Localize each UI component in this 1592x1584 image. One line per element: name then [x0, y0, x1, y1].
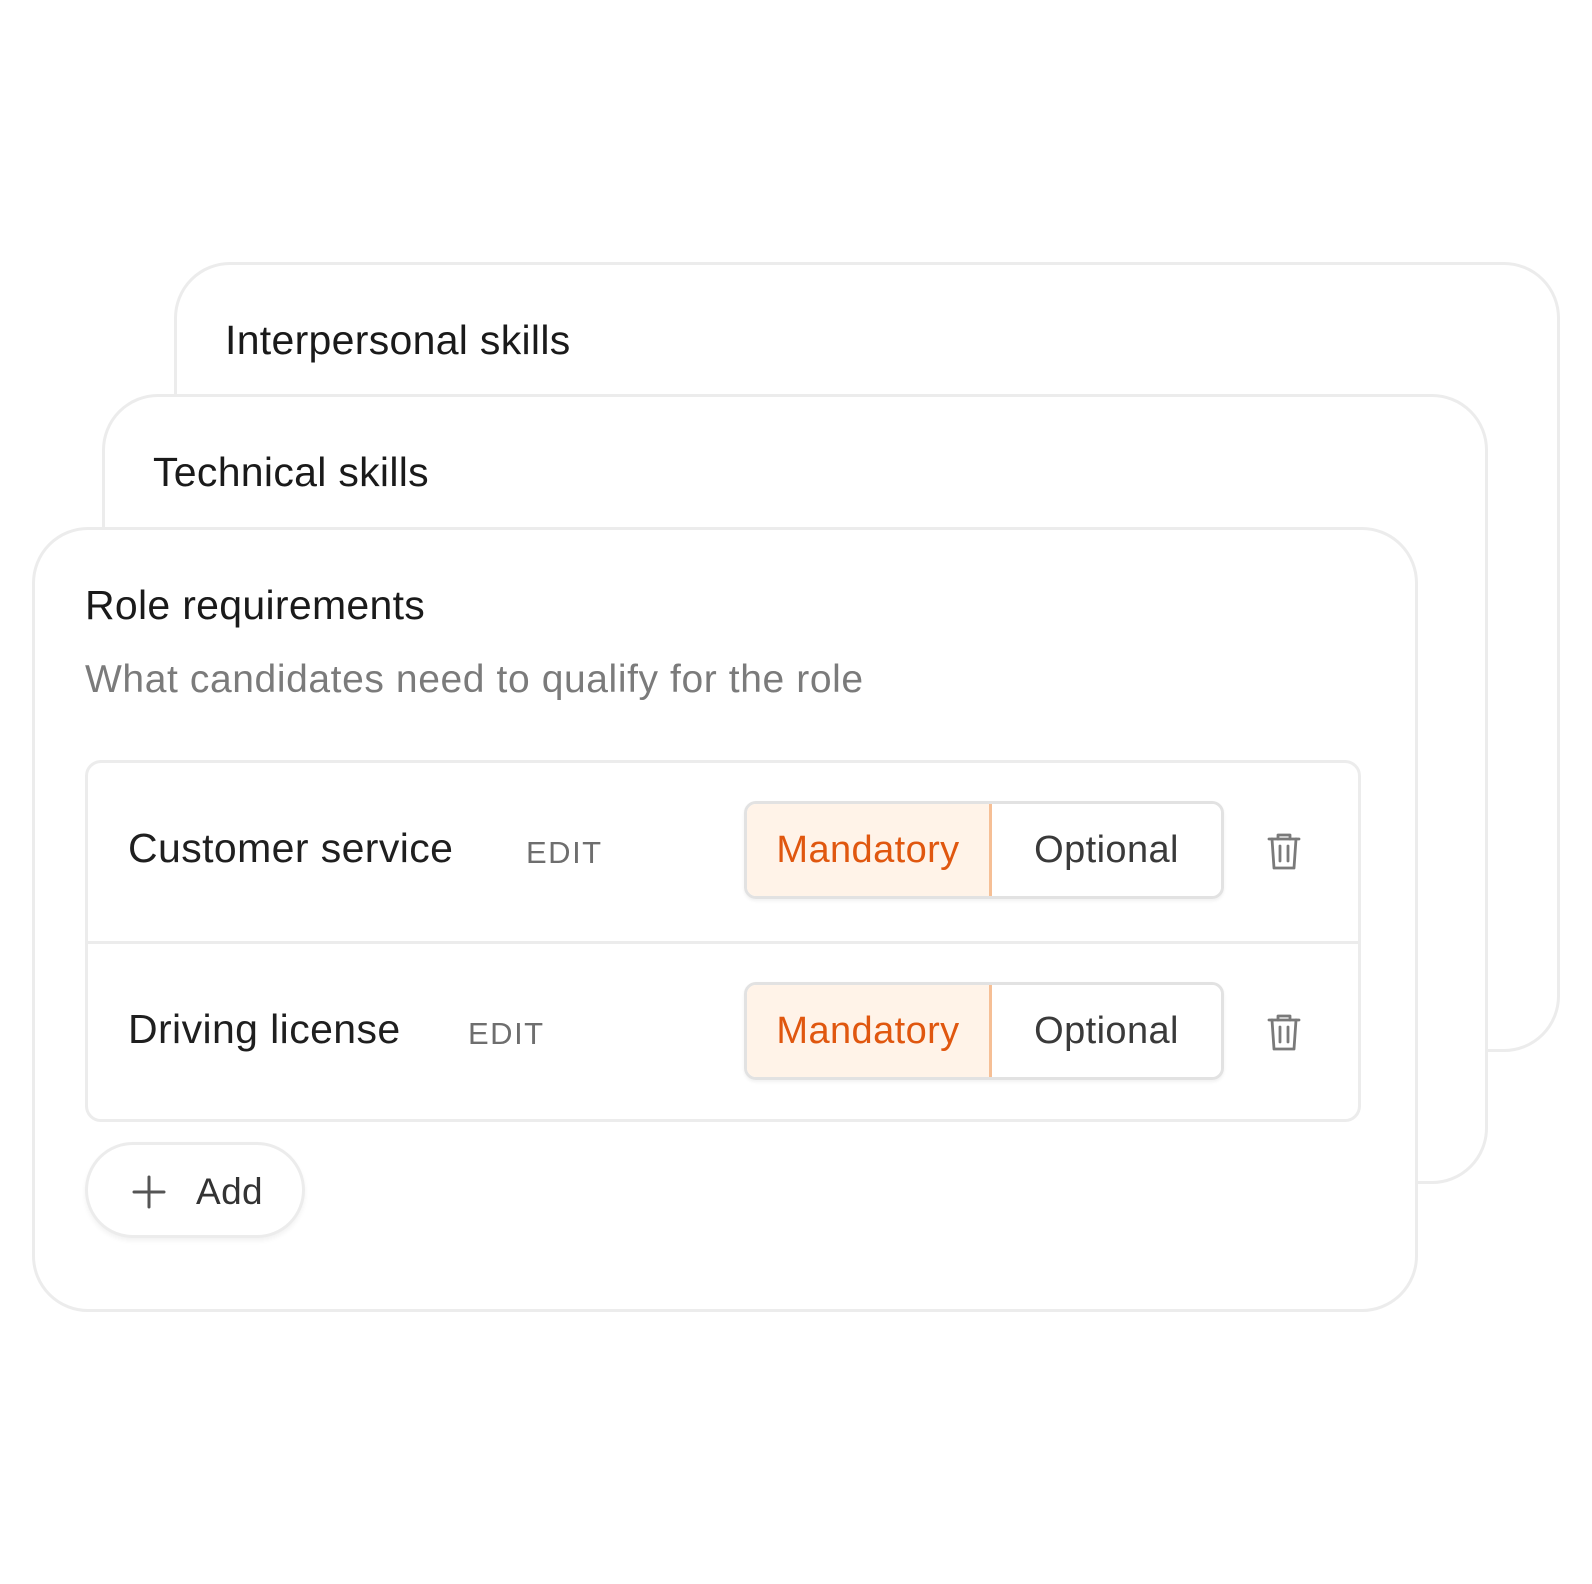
- card-title: Role requirements: [85, 582, 426, 628]
- role-requirements-card: Role requirements What candidates need t…: [32, 527, 1418, 1312]
- requirement-toggle: Mandatory Optional: [744, 801, 1224, 899]
- requirements-list: Customer service EDIT Mandatory Optional: [85, 760, 1361, 1122]
- trash-icon[interactable]: [1266, 1012, 1302, 1052]
- plus-icon: [132, 1175, 166, 1209]
- card-title: Technical skills: [153, 449, 429, 495]
- optional-option[interactable]: Optional: [992, 985, 1221, 1077]
- requirement-name: Customer service: [128, 825, 454, 871]
- optional-option[interactable]: Optional: [992, 804, 1221, 896]
- list-item: Driving license EDIT Mandatory Optional: [88, 941, 1358, 1119]
- mandatory-option[interactable]: Mandatory: [747, 985, 992, 1077]
- trash-icon[interactable]: [1266, 831, 1302, 871]
- add-button[interactable]: Add: [85, 1142, 305, 1238]
- stage: Interpersonal skills Technical skills Ro…: [0, 0, 1592, 1584]
- card-title: Interpersonal skills: [225, 317, 571, 363]
- add-button-label: Add: [196, 1171, 264, 1212]
- requirement-name: Driving license: [128, 1006, 401, 1052]
- list-item: Customer service EDIT Mandatory Optional: [88, 763, 1358, 941]
- requirement-toggle: Mandatory Optional: [744, 982, 1224, 1080]
- card-subtitle: What candidates need to qualify for the …: [85, 658, 864, 701]
- edit-button[interactable]: EDIT: [468, 1016, 545, 1052]
- edit-button[interactable]: EDIT: [526, 835, 603, 871]
- mandatory-option[interactable]: Mandatory: [747, 804, 992, 896]
